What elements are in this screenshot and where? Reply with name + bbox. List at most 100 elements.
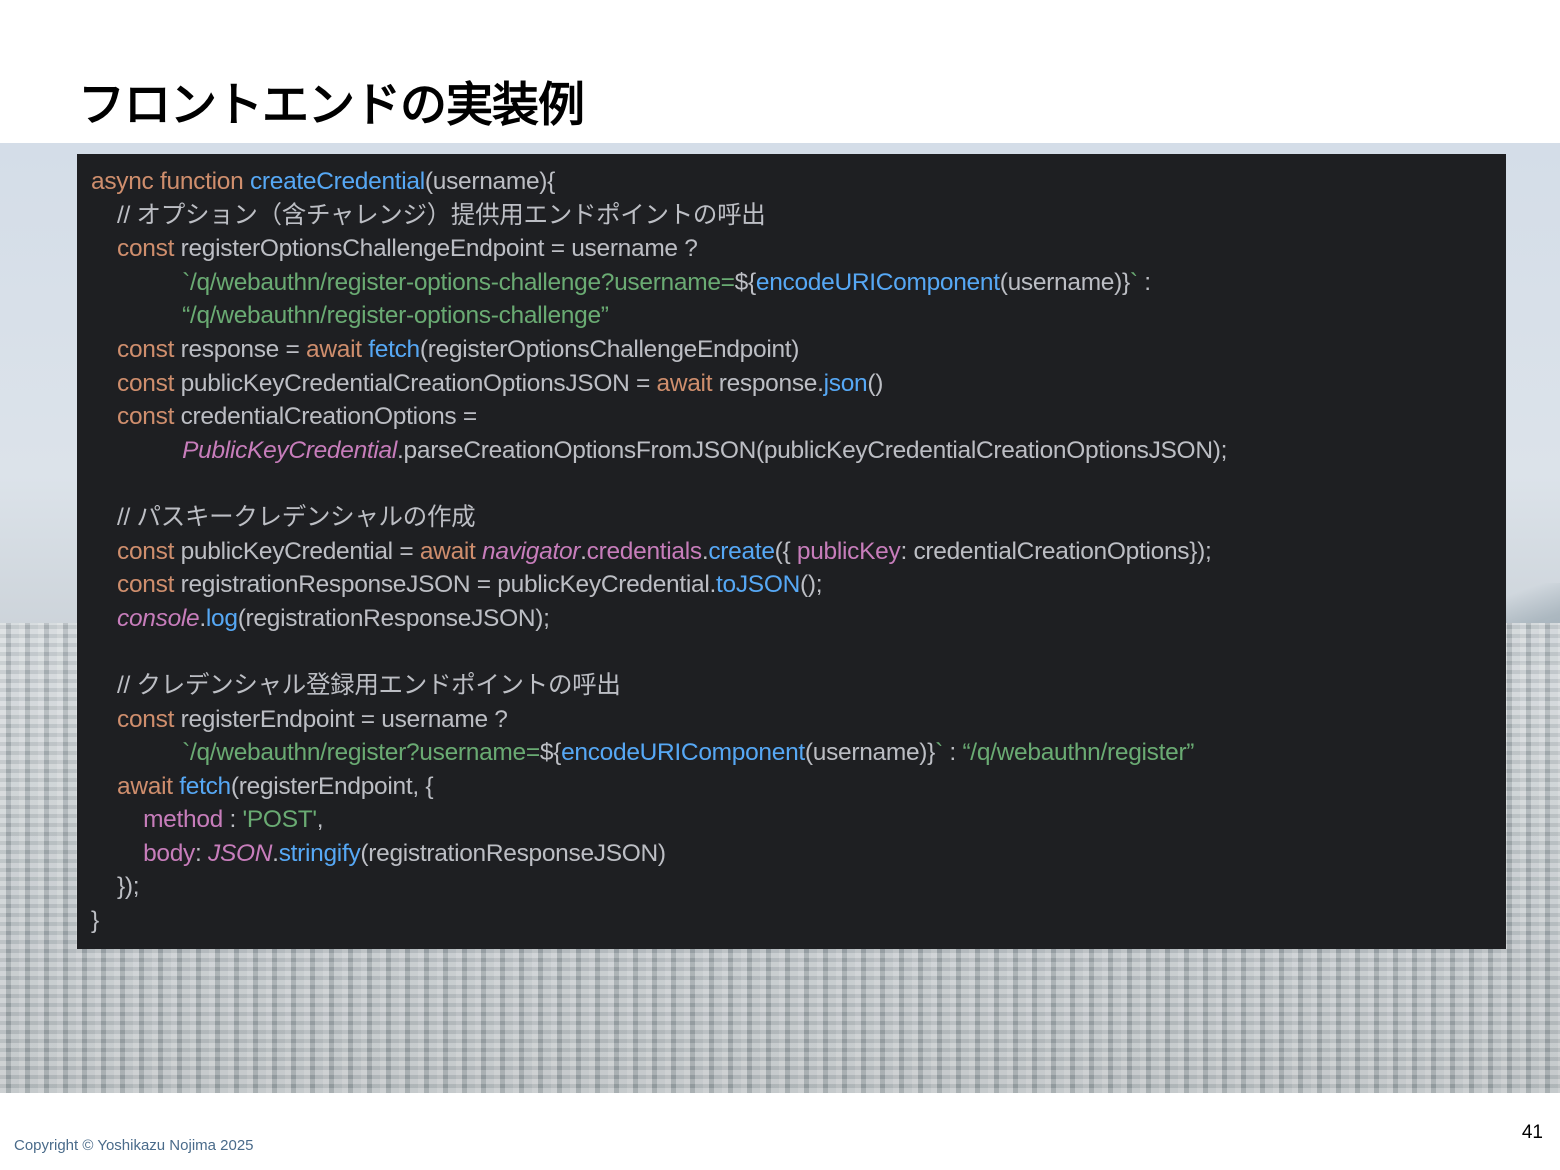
code-token: ${ [539,739,562,767]
code-token: (registrationResponseJSON) [360,839,666,867]
code-token: 'POST' [242,806,318,834]
code-token: publicKey [796,537,901,565]
code-line: // オプション（含チャレンジ）提供用エンドポイントの呼出 [91,199,1227,233]
code-line: const registerOptionsChallengeEndpoint =… [91,232,1227,266]
copyright-notice: Copyright © Yoshikazu Nojima 2025 [14,1137,254,1154]
code-token: const [117,235,181,263]
code-token: ` [935,739,943,767]
code-token: : credentialCreationOptions}); [900,537,1212,565]
code-line: const registrationResponseJSON = publicK… [91,568,1227,602]
code-token: registerEndpoint = username ? [180,705,508,733]
code-token: console [117,604,200,632]
code-token: : [942,739,963,767]
code-token: ({ [774,537,797,565]
code-line: method : 'POST', [91,803,1227,837]
code-token: async function [91,168,250,195]
code-token: (username)} [804,739,936,767]
code-token: (username){ [424,168,556,195]
code-line: async function createCredential(username… [91,165,1227,199]
code-token: : [195,839,209,867]
code-token: encodeURIComponent [561,739,805,767]
code-token: “/q/webauthn/register” [962,739,1195,767]
code-token: const [117,403,181,431]
code-token: (registerOptionsChallengeEndpoint) [419,335,800,363]
code-token: `/q/webauthn/register-options-challenge?… [182,268,735,296]
code-token: const [117,537,181,565]
code-line: const response = await fetch(registerOpt… [91,333,1227,367]
code-token: await [419,537,483,565]
code-line: const credentialCreationOptions = [91,400,1227,434]
code-token: await [117,772,180,800]
code-token: (username)} [999,268,1130,296]
code-line: body: JSON.stringify(registrationRespons… [91,837,1227,871]
code-token: “/q/webauthn/register-options-challenge” [182,302,609,330]
code-line: const publicKeyCredential = await naviga… [91,535,1227,569]
code-line: “/q/webauthn/register-options-challenge” [91,299,1227,333]
code-token: createCredential [249,168,425,195]
code-token: .parseCreationOptionsFromJSON(publicKeyC… [397,436,1228,464]
code-token: body [143,839,195,867]
code-line: const registerEndpoint = username ? [91,703,1227,737]
code-token: toJSON [716,571,800,599]
page-number: 41 [1521,1122,1543,1143]
code-token: response. [718,369,824,397]
code-token: navigator [482,537,581,565]
code-token: PublicKeyCredential [182,436,398,464]
code-line: `/q/webauthn/register?username=${encodeU… [91,736,1227,770]
code-token: encodeURIComponent [755,268,1000,296]
code-token: publicKeyCredential = [180,537,420,565]
code-token: credentialCreationOptions = [180,403,478,431]
code-token: create [708,537,775,565]
code-token: } [91,907,99,935]
code-line: `/q/webauthn/register-options-challenge?… [91,266,1227,300]
code-block: async function createCredential(username… [77,154,1506,949]
code-line: } [91,904,1227,938]
code-token: response = [180,335,307,363]
code-token: `/q/webauthn/register?username= [182,739,540,767]
code-token: : [229,806,243,834]
code-line: PublicKeyCredential.parseCreationOptions… [91,434,1227,468]
code-token: }); [91,873,140,901]
slide-title: フロントエンドの実装例 [78,78,585,133]
code-token: fetch [368,335,420,363]
code-token: const [117,571,181,599]
code-token: await [306,335,369,363]
code-line: // パスキークレデンシャルの作成 [91,501,1227,535]
code-token: log [205,604,238,632]
code-token: stringify [278,839,361,867]
code-line: console.log(registrationResponseJSON); [91,602,1227,636]
code-token: : [1137,268,1151,296]
code-token: const [117,705,181,733]
code-token: json [823,369,868,397]
code-token: const [117,335,181,363]
code-token: // パスキークレデンシャルの作成 [117,503,476,531]
code-token: const [117,369,181,397]
code-line: // クレデンシャル登録用エンドポイントの呼出 [91,669,1227,703]
code-token: // クレデンシャル登録用エンドポイントの呼出 [117,671,621,699]
code-listing: async function createCredential(username… [91,165,1227,938]
code-token: () [867,369,884,397]
code-token: registrationResponseJSON = publicKeyCred… [180,571,717,599]
code-token: credentials [586,537,702,565]
code-token: (registrationResponseJSON); [237,604,550,632]
code-line: await fetch(registerEndpoint, { [91,770,1227,804]
code-token: (); [800,571,823,599]
